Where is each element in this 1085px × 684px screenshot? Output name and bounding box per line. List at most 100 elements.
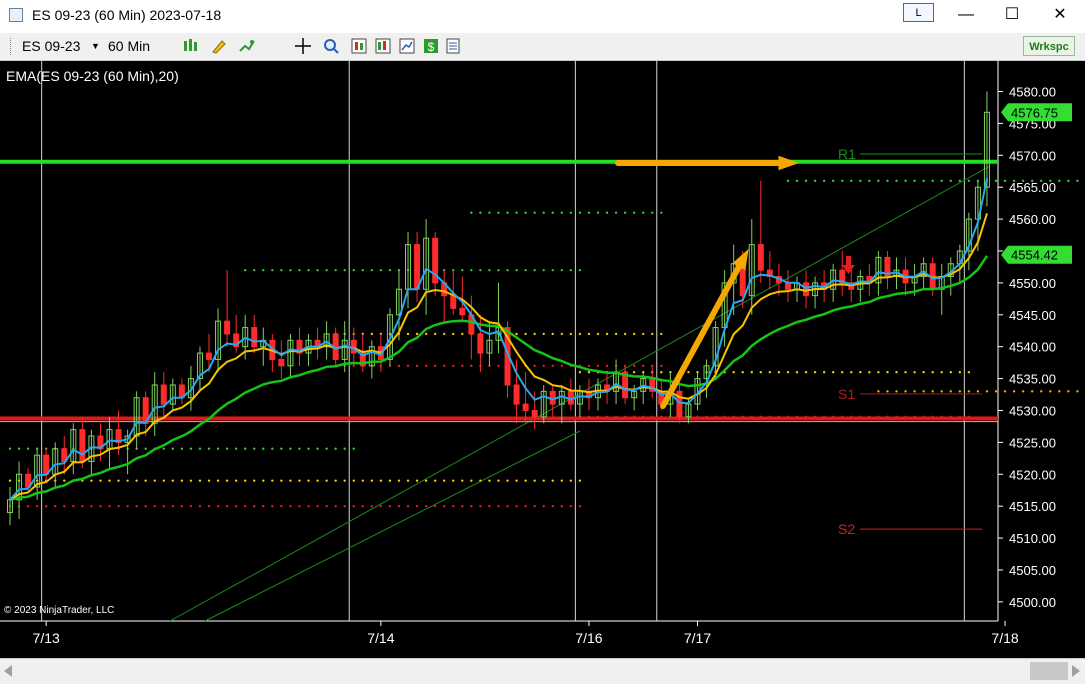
candle-body <box>459 307 466 316</box>
pivot-dot <box>542 479 545 482</box>
pivot-dot <box>578 211 582 214</box>
data-box-icon[interactable] <box>350 37 368 55</box>
pivot-dot <box>81 504 84 508</box>
zoom-icon[interactable] <box>322 37 340 55</box>
instrument-selector[interactable]: ES 09-23 <box>22 38 80 54</box>
pivot-dot <box>162 447 165 450</box>
pivot-dot <box>931 179 934 183</box>
pivot-dot <box>994 179 998 183</box>
x-tick-label: 7/18 <box>991 630 1018 646</box>
pivot-dot <box>578 268 582 272</box>
pivot-dot <box>786 371 790 374</box>
pivot-dot <box>569 479 573 482</box>
pivot-dot <box>461 332 464 336</box>
pivot-dot <box>388 504 392 508</box>
pivot-dot <box>958 390 962 393</box>
pivot-dot <box>370 504 374 508</box>
layout-button[interactable]: L <box>903 3 934 22</box>
pivot-dot <box>325 504 328 508</box>
pivot-dot <box>515 479 518 482</box>
pivot-dot <box>334 447 337 450</box>
x-tick-label: 7/17 <box>684 630 711 646</box>
pivot-dot <box>162 504 165 508</box>
pivot-dot <box>497 364 500 368</box>
minimize-button[interactable]: — <box>946 4 986 26</box>
pivot-dot <box>452 364 455 368</box>
pivot-dot <box>198 447 202 450</box>
y-tick-label: 4545.00 <box>1009 308 1056 323</box>
candle-body <box>251 327 258 348</box>
toolbar-grip[interactable] <box>10 38 13 55</box>
pivot-dot <box>488 268 491 272</box>
scroll-thumb[interactable] <box>1030 662 1068 680</box>
pivot-dot <box>569 211 573 214</box>
candle-body <box>414 244 421 290</box>
y-tick-label: 4505.00 <box>1009 563 1056 578</box>
pivot-dot <box>424 332 428 336</box>
pivot-dot <box>289 268 292 272</box>
chart-canvas[interactable]: 4580.004575.004570.004565.004560.004555.… <box>0 61 1085 658</box>
horizontal-scrollbar[interactable] <box>0 658 1085 684</box>
pivot-dot <box>479 211 482 214</box>
pivot-dot <box>940 390 943 393</box>
annotation-arrow-horizontal-head <box>778 155 799 171</box>
crosshair-icon[interactable] <box>294 37 312 55</box>
candle-body <box>477 333 484 354</box>
pivot-dot <box>1012 390 1016 393</box>
pivot-dot <box>1021 179 1025 183</box>
pivot-dot <box>17 447 21 450</box>
drawing-tool-icon[interactable] <box>210 37 228 55</box>
properties-icon[interactable] <box>444 37 462 55</box>
pivot-dot <box>443 479 446 482</box>
pivot-dot <box>886 371 889 374</box>
pivot-dot <box>325 268 328 272</box>
strategies-icon[interactable] <box>398 37 416 55</box>
pivot-dot <box>361 479 364 482</box>
pivot-dot <box>569 268 573 272</box>
pivot-dot <box>280 268 283 272</box>
interval-selector[interactable]: 60 Min <box>108 38 150 54</box>
y-tick-label: 4560.00 <box>1009 212 1056 227</box>
indicator-icon[interactable] <box>238 37 256 55</box>
pivot-dot <box>651 332 654 336</box>
pivot-dot <box>126 504 129 508</box>
candle-body <box>531 409 538 418</box>
close-button[interactable]: ✕ <box>1040 4 1080 26</box>
pivot-dot <box>35 504 39 508</box>
candle-body <box>450 295 457 309</box>
pivot-dot <box>253 447 256 450</box>
annotation-arrow-diagonal-head <box>732 248 749 271</box>
pivot-dot <box>488 211 491 214</box>
pivot-dot <box>225 504 229 508</box>
candle-body <box>549 390 556 405</box>
pivot-dot <box>759 371 763 374</box>
pivot-dot <box>913 390 916 393</box>
price-chart[interactable]: 4580.004575.004570.004565.004560.004555.… <box>0 61 1085 658</box>
instrument-dropdown-icon[interactable]: ▼ <box>91 41 100 51</box>
pivot-dot <box>569 504 573 508</box>
money-icon[interactable]: $ <box>422 37 440 55</box>
pivot-dot <box>180 447 184 450</box>
pivot-dot <box>415 504 419 508</box>
bar-style-icon[interactable] <box>182 37 200 55</box>
pivot-dot <box>415 479 419 482</box>
pivot-dot <box>72 504 75 508</box>
pivot-dot <box>99 479 102 482</box>
workspace-button[interactable]: Wrkspc <box>1023 36 1075 56</box>
scroll-right-icon[interactable] <box>1072 665 1080 677</box>
chart-trader-icon[interactable] <box>374 37 392 55</box>
pivot-dot <box>1076 390 1079 393</box>
scroll-left-icon[interactable] <box>4 665 12 677</box>
maximize-button[interactable]: ☐ <box>992 4 1032 26</box>
pivot-dot <box>895 371 898 374</box>
pivot-dot <box>63 479 66 482</box>
pivot-dot <box>587 364 591 368</box>
pivot-dot <box>99 504 102 508</box>
pivot-dot <box>958 371 962 374</box>
y-tick-label: 4525.00 <box>1009 435 1056 450</box>
pivot-dot <box>795 179 799 183</box>
pivot-dot <box>271 504 274 508</box>
pivot-dot <box>831 179 835 183</box>
pivot-dot <box>642 211 645 214</box>
pivot-dot <box>877 390 880 393</box>
